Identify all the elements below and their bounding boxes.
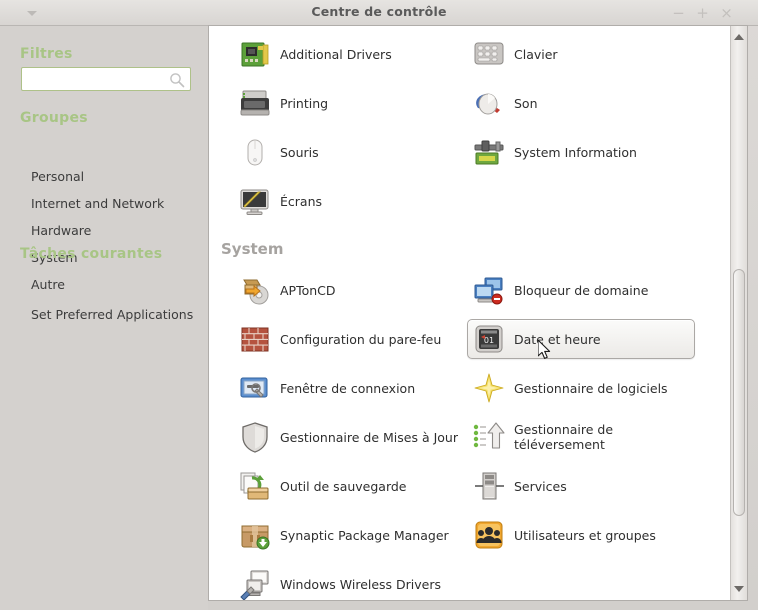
upload-icon	[472, 420, 506, 454]
applet-label: Additional Drivers	[280, 46, 392, 62]
applet-item[interactable]: Bloqueur de domaine	[467, 270, 695, 310]
applet-item[interactable]: Additional Drivers	[233, 34, 461, 74]
applet-item[interactable]: Configuration du pare-feu	[233, 319, 461, 359]
close-button[interactable]: ×	[718, 5, 735, 22]
applet-item[interactable]: Son	[467, 83, 695, 123]
applet-item[interactable]: Écrans	[233, 181, 461, 221]
applet-label: Gestionnaire de Mises à Jour	[280, 429, 458, 445]
search-icon	[170, 73, 185, 88]
sidebar: Filtres Groupes Personal Internet and Ne…	[0, 26, 208, 610]
aptoncd-icon	[238, 273, 272, 307]
filters-heading: Filtres	[20, 46, 73, 62]
applet-label: Clavier	[514, 46, 558, 62]
triangle-up-icon[interactable]	[734, 34, 744, 40]
applet-label: Outil de sauvegarde	[280, 478, 407, 494]
applet-label: System Information	[514, 144, 637, 160]
applet-item[interactable]: System Information	[467, 132, 695, 172]
search-input[interactable]	[27, 71, 167, 88]
applet-item[interactable]: Outil de sauvegarde	[233, 466, 461, 506]
star-icon	[472, 371, 506, 405]
triangle-down-icon[interactable]	[734, 586, 744, 592]
applet-item[interactable]: Gestionnaire de Mises à Jour	[233, 417, 461, 457]
applet-label: Son	[514, 95, 538, 111]
applet-label: Fenêtre de connexion	[280, 380, 416, 396]
tasks-heading: Tâches courantes	[20, 246, 163, 262]
title-bar: Centre de contrôle − + ×	[0, 0, 758, 26]
applet-item[interactable]: Synaptic Package Manager	[233, 515, 461, 555]
login-window-icon	[238, 371, 272, 405]
circuit-board-icon	[238, 37, 272, 71]
applet-item[interactable]: Fenêtre de connexion	[233, 368, 461, 408]
applet-item[interactable]: Clavier	[467, 34, 695, 74]
backup-icon	[238, 469, 272, 503]
scrollbar-thumb[interactable]	[733, 269, 745, 516]
applet-label: Windows Wireless Drivers	[280, 576, 442, 592]
applet-item[interactable]: 01 Date et heure	[467, 319, 695, 359]
sidebar-item-hardware[interactable]: Hardware	[31, 223, 91, 238]
applet-label: Synaptic Package Manager	[280, 527, 449, 543]
users-icon	[472, 518, 506, 552]
server-icon	[472, 469, 506, 503]
applet-label: Gestionnaire de téléversement	[514, 422, 614, 452]
applet-item[interactable]: Souris	[233, 132, 461, 172]
applet-label: Printing	[280, 95, 329, 111]
domain-block-icon	[472, 273, 506, 307]
applet-item[interactable]: Services	[467, 466, 695, 506]
applet-label: Configuration du pare-feu	[280, 331, 442, 347]
firewall-icon	[238, 322, 272, 356]
maximize-button[interactable]: +	[694, 5, 711, 22]
control-center-window: Centre de contrôle − + × Filtres Groupes…	[0, 0, 758, 610]
keyboard-icon	[472, 37, 506, 71]
applet-label: APTonCD	[280, 282, 336, 298]
applet-grid: Additional Drivers Clavier Printing Son Sour…	[209, 26, 730, 600]
applet-item[interactable]: Gestionnaire de téléversement	[467, 417, 695, 457]
applet-label: Gestionnaire de logiciels	[514, 380, 668, 396]
search-box[interactable]	[21, 67, 191, 91]
applet-item[interactable]: Gestionnaire de logiciels	[467, 368, 695, 408]
applet-item[interactable]: APTonCD	[233, 270, 461, 310]
shield-icon	[238, 420, 272, 454]
caliper-icon	[472, 135, 506, 169]
applet-label: Utilisateurs et groupes	[514, 527, 656, 543]
applet-label: Écrans	[280, 193, 323, 209]
groups-heading: Groupes	[20, 110, 88, 126]
wireless-driver-icon	[238, 567, 272, 600]
section-heading-system: System	[221, 240, 284, 258]
applet-label: Services	[514, 478, 567, 494]
applet-item[interactable]: Windows Wireless Drivers	[233, 564, 461, 600]
sound-icon	[472, 86, 506, 120]
content-panel: Additional Drivers Clavier Printing Son Sour…	[208, 25, 748, 601]
applet-label: Date et heure	[514, 331, 601, 347]
minimize-button[interactable]: −	[670, 5, 687, 22]
package-icon	[238, 518, 272, 552]
sidebar-item-internet-and-network[interactable]: Internet and Network	[31, 196, 164, 211]
sidebar-item-personal[interactable]: Personal	[31, 169, 84, 184]
sidebar-item-set-preferred-applications[interactable]: Set Preferred Applications	[31, 307, 193, 322]
clock-calendar-icon: 01	[472, 322, 506, 356]
svg-text:01: 01	[484, 336, 494, 345]
window-title: Centre de contrôle	[311, 4, 447, 19]
mouse-icon	[238, 135, 272, 169]
applet-item[interactable]: Utilisateurs et groupes	[467, 515, 695, 555]
applet-item[interactable]: Printing	[233, 83, 461, 123]
printer-icon	[238, 86, 272, 120]
display-icon	[238, 184, 272, 218]
applet-label: Souris	[280, 144, 319, 160]
applet-label: Bloqueur de domaine	[514, 282, 649, 298]
sidebar-item-autre[interactable]: Autre	[31, 277, 65, 292]
vertical-scrollbar[interactable]	[730, 26, 747, 600]
